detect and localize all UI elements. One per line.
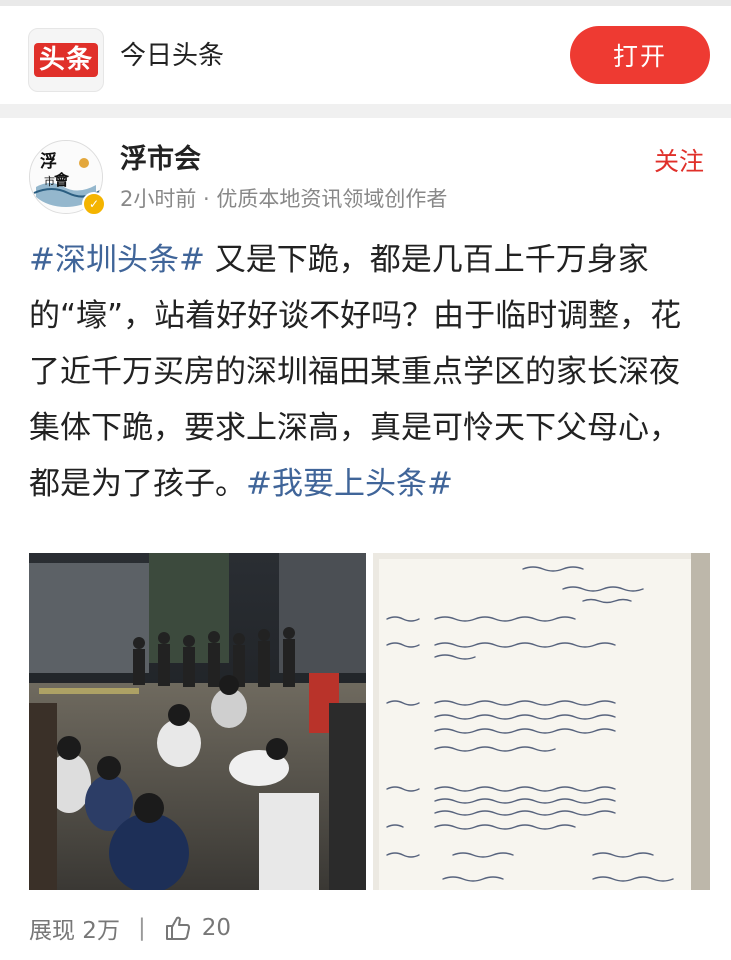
app-name: 今日头条	[120, 41, 225, 71]
post-footer: 展现 2万 | 20	[29, 908, 231, 948]
view-count: 展现 2万	[29, 918, 120, 944]
author-name[interactable]: 浮市会	[120, 142, 201, 178]
like-count[interactable]: 20	[202, 915, 231, 941]
app-bar: 头条 今日头条 打开	[0, 6, 731, 104]
svg-text:浮: 浮	[40, 151, 57, 172]
section-separator	[0, 104, 731, 118]
open-app-button[interactable]: 打开	[570, 26, 710, 84]
post-image-letter[interactable]	[373, 553, 710, 890]
author-meta: 2小时前 · 优质本地资讯领域创作者	[120, 187, 448, 211]
post-body: 又是下跪，都是几百上千万身家的“壕”，站着好好谈不好吗？由于临时调整，花了近千万…	[29, 242, 682, 502]
thumbs-up-icon[interactable]	[164, 914, 192, 942]
kneeling-photo-illustration	[29, 553, 366, 890]
hashtag-link[interactable]: #我要上头条#	[246, 466, 453, 502]
handwritten-letter-illustration	[373, 553, 710, 890]
verified-badge-icon: ✓	[82, 192, 106, 216]
post-image-kneeling[interactable]	[29, 553, 366, 890]
post-text: #深圳头条# 又是下跪，都是几百上千万身家的“壕”，站着好好谈不好吗？由于临时调…	[29, 232, 709, 512]
follow-button[interactable]: 关注	[654, 144, 704, 180]
footer-divider: |	[137, 915, 146, 941]
logo-text: 头条	[33, 43, 98, 77]
hashtag-link[interactable]: #深圳头条#	[29, 242, 205, 278]
svg-text:會: 會	[54, 171, 70, 189]
toutiao-logo[interactable]: 头条	[28, 28, 104, 92]
